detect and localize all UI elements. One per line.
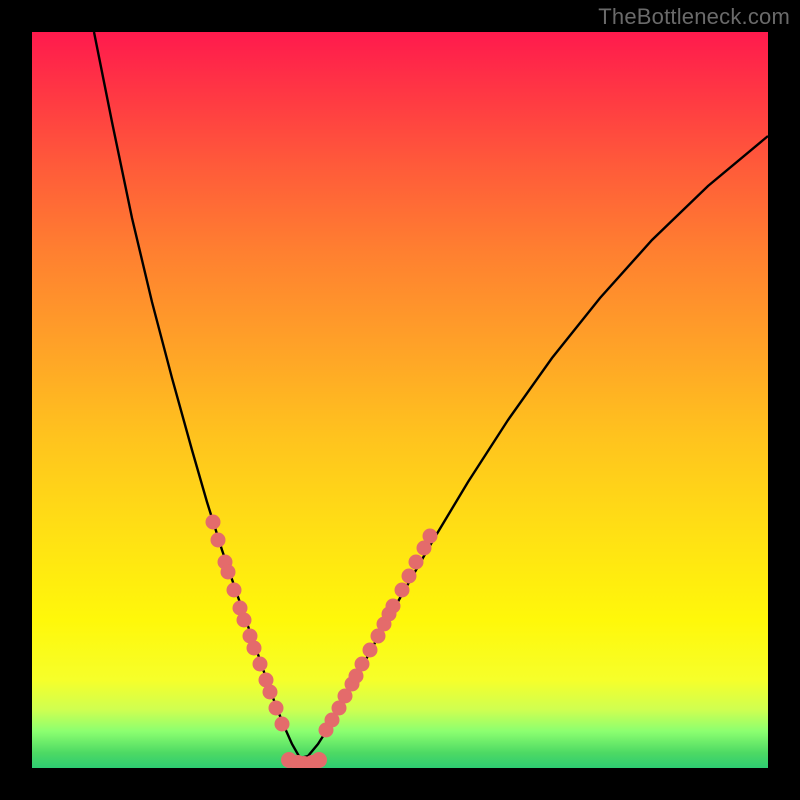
dot bbox=[363, 643, 378, 658]
chart-svg bbox=[32, 32, 768, 768]
dot bbox=[402, 569, 417, 584]
dot bbox=[221, 565, 236, 580]
dot bbox=[253, 657, 268, 672]
dot bbox=[269, 701, 284, 716]
dot bbox=[423, 529, 438, 544]
dot bbox=[311, 752, 327, 768]
plot-area bbox=[32, 32, 768, 768]
dot bbox=[409, 555, 424, 570]
dot bbox=[206, 515, 221, 530]
dot bbox=[227, 583, 242, 598]
dot bbox=[355, 657, 370, 672]
watermark-text: TheBottleneck.com bbox=[598, 4, 790, 30]
highlight-dots bbox=[206, 515, 438, 769]
dot bbox=[395, 583, 410, 598]
dot bbox=[263, 685, 278, 700]
dot bbox=[211, 533, 226, 548]
dot bbox=[275, 717, 290, 732]
dot bbox=[237, 613, 252, 628]
dot bbox=[386, 599, 401, 614]
dot bbox=[247, 641, 262, 656]
v-curve-line bbox=[94, 32, 768, 758]
